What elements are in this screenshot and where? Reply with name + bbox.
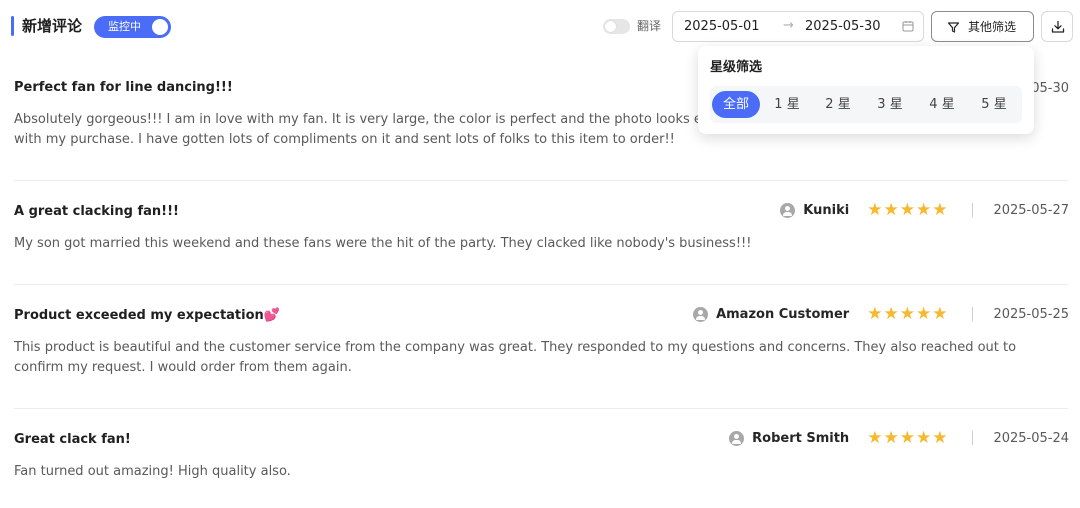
other-filter-label: 其他筛选 — [968, 20, 1017, 34]
star-icon: ★ — [932, 200, 948, 220]
review-author: Kuniki — [803, 202, 850, 218]
date-start-input[interactable]: 2025-05-01 — [684, 19, 760, 35]
star-filter-popover: 星级筛选 全部 1 星 2 星 3 星 4 星 5 星 — [698, 46, 1034, 134]
star-filter-option-1[interactable]: 1 星 — [763, 91, 811, 118]
date-end-input[interactable]: 2025-05-30 — [805, 19, 881, 35]
meta-separator — [972, 203, 974, 217]
star-icon: ★ — [899, 428, 915, 448]
page-title: 新增评论 — [22, 17, 83, 35]
star-icon: ★ — [915, 200, 932, 220]
review-divider — [14, 408, 1068, 409]
review-meta: Amazon Customer ★ ★ ★ ★ ★ 2025-05-25 — [693, 305, 1069, 323]
star-icon: ★ — [883, 200, 899, 220]
star-filter-option-4[interactable]: 4 星 — [918, 91, 966, 118]
translate-switch-knob — [605, 21, 616, 32]
download-icon — [1051, 20, 1065, 33]
review-date: 2025-05-27 — [993, 202, 1069, 218]
download-button[interactable] — [1041, 11, 1073, 42]
translate-label: 翻译 — [637, 19, 662, 33]
avatar-icon — [693, 306, 709, 322]
monitor-toggle-knob — [152, 19, 168, 35]
star-icon: ★ — [899, 200, 915, 220]
review-author: Amazon Customer — [716, 306, 850, 322]
calendar-icon — [902, 21, 914, 32]
review-divider — [14, 180, 1068, 181]
review-date: 2025-05-24 — [993, 430, 1069, 446]
star-icon: ★ — [932, 304, 948, 324]
review-meta: Robert Smith ★ ★ ★ ★ ★ 2025-05-24 — [729, 429, 1069, 447]
star-rating: ★ ★ ★ ★ ★ — [867, 429, 948, 447]
date-range-arrow: → — [783, 18, 794, 33]
monitor-toggle-label: 监控中 — [108, 20, 141, 33]
star-rating: ★ ★ ★ ★ ★ — [867, 201, 948, 219]
review-author: Robert Smith — [752, 430, 850, 446]
star-filter-option-all[interactable]: 全部 — [712, 91, 760, 118]
translate-switch[interactable] — [603, 19, 630, 34]
star-filter-title: 星级筛选 — [710, 60, 763, 75]
star-rating: ★ ★ ★ ★ ★ — [867, 305, 948, 323]
review-body: My son got married this weekend and thes… — [14, 236, 752, 251]
star-filter-option-2[interactable]: 2 星 — [814, 91, 862, 118]
other-filter-button[interactable]: 其他筛选 — [931, 11, 1034, 42]
review-meta: Kuniki ★ ★ ★ ★ ★ 2025-05-27 — [780, 201, 1069, 219]
date-range-picker[interactable]: 2025-05-01 → 2025-05-30 — [672, 11, 924, 42]
review-body: Fan turned out amazing! High quality als… — [14, 464, 291, 479]
review-title: A great clacking fan!!! — [14, 204, 179, 219]
meta-separator — [972, 307, 974, 321]
avatar-icon — [729, 430, 745, 446]
review-divider — [14, 284, 1068, 285]
star-filter-option-5[interactable]: 5 星 — [970, 91, 1018, 118]
review-title: Product exceeded my expectation💕 — [14, 308, 280, 323]
star-icon: ★ — [883, 428, 899, 448]
star-icon: ★ — [867, 200, 883, 220]
avatar-icon — [780, 202, 796, 218]
star-icon: ★ — [883, 304, 899, 324]
star-icon: ★ — [915, 428, 932, 448]
star-icon: ★ — [915, 304, 932, 324]
monitor-toggle[interactable]: 监控中 — [94, 16, 171, 38]
star-icon: ★ — [899, 304, 915, 324]
title-accent-bar — [11, 16, 14, 36]
star-icon: ★ — [932, 428, 948, 448]
review-title: Great clack fan! — [14, 432, 131, 447]
star-icon: ★ — [867, 428, 883, 448]
meta-separator — [972, 431, 974, 445]
review-title: Perfect fan for line dancing!!! — [14, 80, 233, 95]
filter-icon — [947, 22, 960, 33]
review-date: 2025-05-25 — [993, 306, 1069, 322]
star-filter-option-3[interactable]: 3 星 — [866, 91, 914, 118]
review-body: This product is beautiful and the custom… — [14, 340, 1017, 375]
star-icon: ★ — [867, 304, 883, 324]
star-filter-segmented: 全部 1 星 2 星 3 星 4 星 5 星 — [710, 86, 1022, 123]
